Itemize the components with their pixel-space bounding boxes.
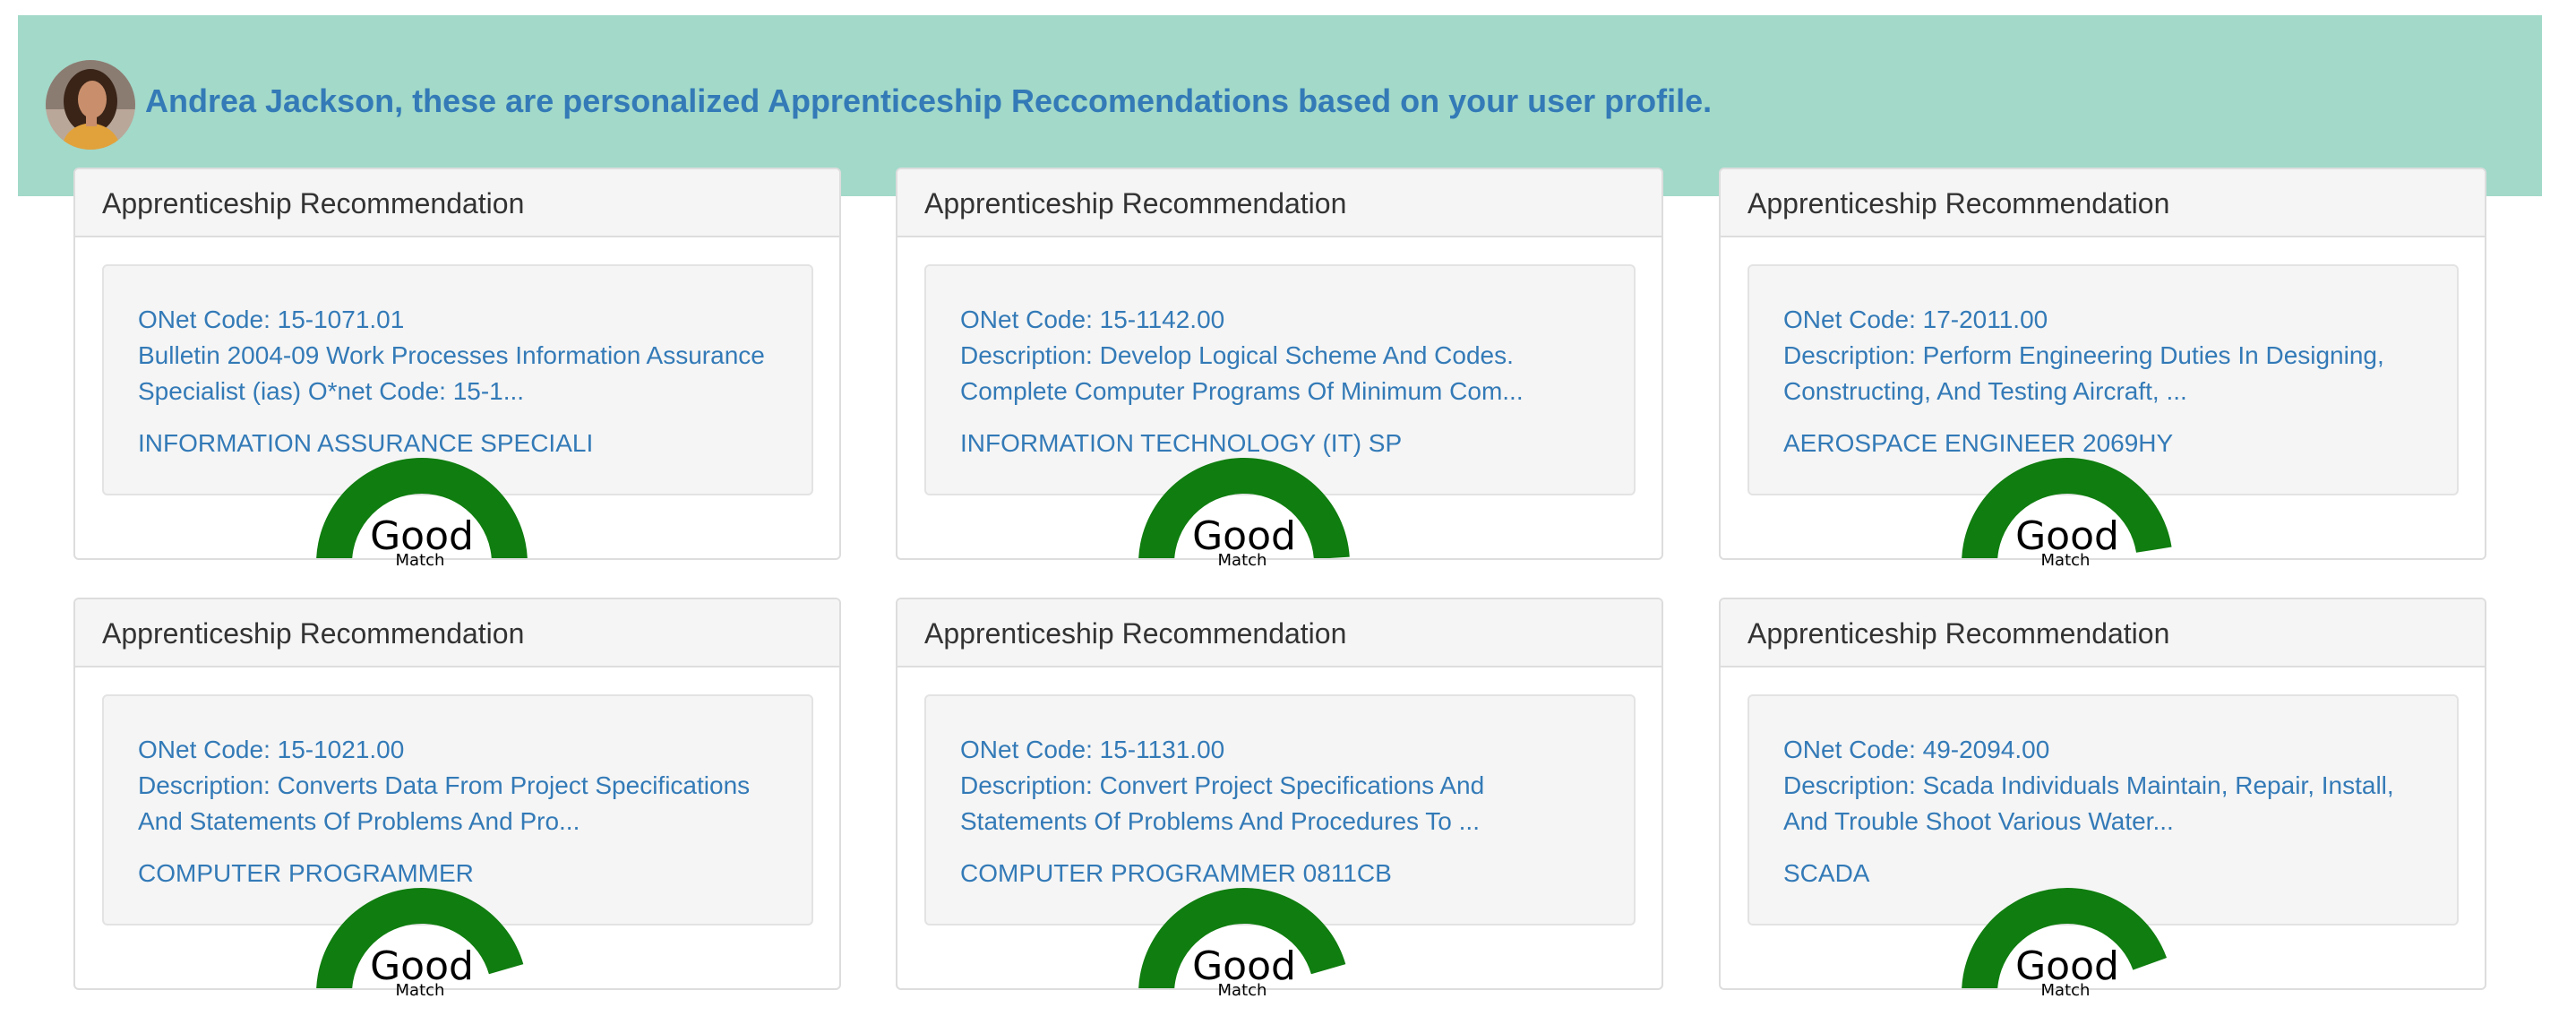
description: Bulletin 2004-09 Work Processes Informat… bbox=[138, 341, 765, 405]
card-heading: Apprenticeship Recommendation bbox=[75, 169, 839, 237]
description: Description: Converts Data From Project … bbox=[138, 771, 751, 835]
card-heading: Apprenticeship Recommendation bbox=[897, 599, 1662, 667]
match-sub-label: Match bbox=[1217, 551, 1267, 570]
recommendation-card[interactable]: Apprenticeship Recommendation ONet Code:… bbox=[73, 168, 841, 560]
onet-code: ONet Code: 15-1131.00 bbox=[960, 736, 1225, 763]
onet-code: ONet Code: 15-1142.00 bbox=[960, 306, 1225, 333]
match-gauge: Good bbox=[1960, 447, 2175, 558]
match-sub-label: Match bbox=[395, 981, 445, 1000]
recommendation-card[interactable]: Apprenticeship Recommendation ONet Code:… bbox=[896, 168, 1663, 560]
description: Description: Scada Individuals Maintain,… bbox=[1783, 771, 2394, 835]
match-gauge: Good bbox=[314, 877, 529, 988]
match-sub-label: Match bbox=[1217, 981, 1267, 1000]
match-sub-label: Match bbox=[395, 551, 445, 570]
description: Description: Convert Project Specificati… bbox=[960, 771, 1485, 835]
match-gauge: Good bbox=[1137, 877, 1352, 988]
personalized-recommendations-message: Andrea Jackson, these are personalized A… bbox=[145, 82, 1713, 119]
match-gauge: Good bbox=[1960, 877, 2175, 988]
recommendation-card[interactable]: Apprenticeship Recommendation ONet Code:… bbox=[896, 598, 1663, 990]
card-heading: Apprenticeship Recommendation bbox=[1721, 599, 2485, 667]
onet-code: ONet Code: 15-1021.00 bbox=[138, 736, 405, 763]
card-heading: Apprenticeship Recommendation bbox=[75, 599, 839, 667]
recommendation-card[interactable]: Apprenticeship Recommendation ONet Code:… bbox=[1719, 598, 2486, 990]
recommendation-card[interactable]: Apprenticeship Recommendation ONet Code:… bbox=[1719, 168, 2486, 560]
match-sub-label: Match bbox=[2040, 551, 2091, 570]
avatar-image bbox=[46, 60, 135, 150]
onet-code: ONet Code: 49-2094.00 bbox=[1783, 736, 2050, 763]
onet-code: ONet Code: 17-2011.00 bbox=[1783, 306, 2048, 333]
match-gauge: Good bbox=[1137, 447, 1352, 558]
description: Description: Develop Logical Scheme And … bbox=[960, 341, 1524, 405]
card-heading: Apprenticeship Recommendation bbox=[1721, 169, 2485, 237]
match-gauge: Good bbox=[314, 447, 529, 558]
match-sub-label: Match bbox=[2040, 981, 2091, 1000]
description: Description: Perform Engineering Duties … bbox=[1783, 341, 2384, 405]
recommendation-card[interactable]: Apprenticeship Recommendation ONet Code:… bbox=[73, 598, 841, 990]
onet-code: ONet Code: 15-1071.01 bbox=[138, 306, 405, 333]
page-scroll-gutter bbox=[2549, 0, 2576, 1016]
card-heading: Apprenticeship Recommendation bbox=[897, 169, 1662, 237]
user-avatar bbox=[46, 60, 135, 150]
